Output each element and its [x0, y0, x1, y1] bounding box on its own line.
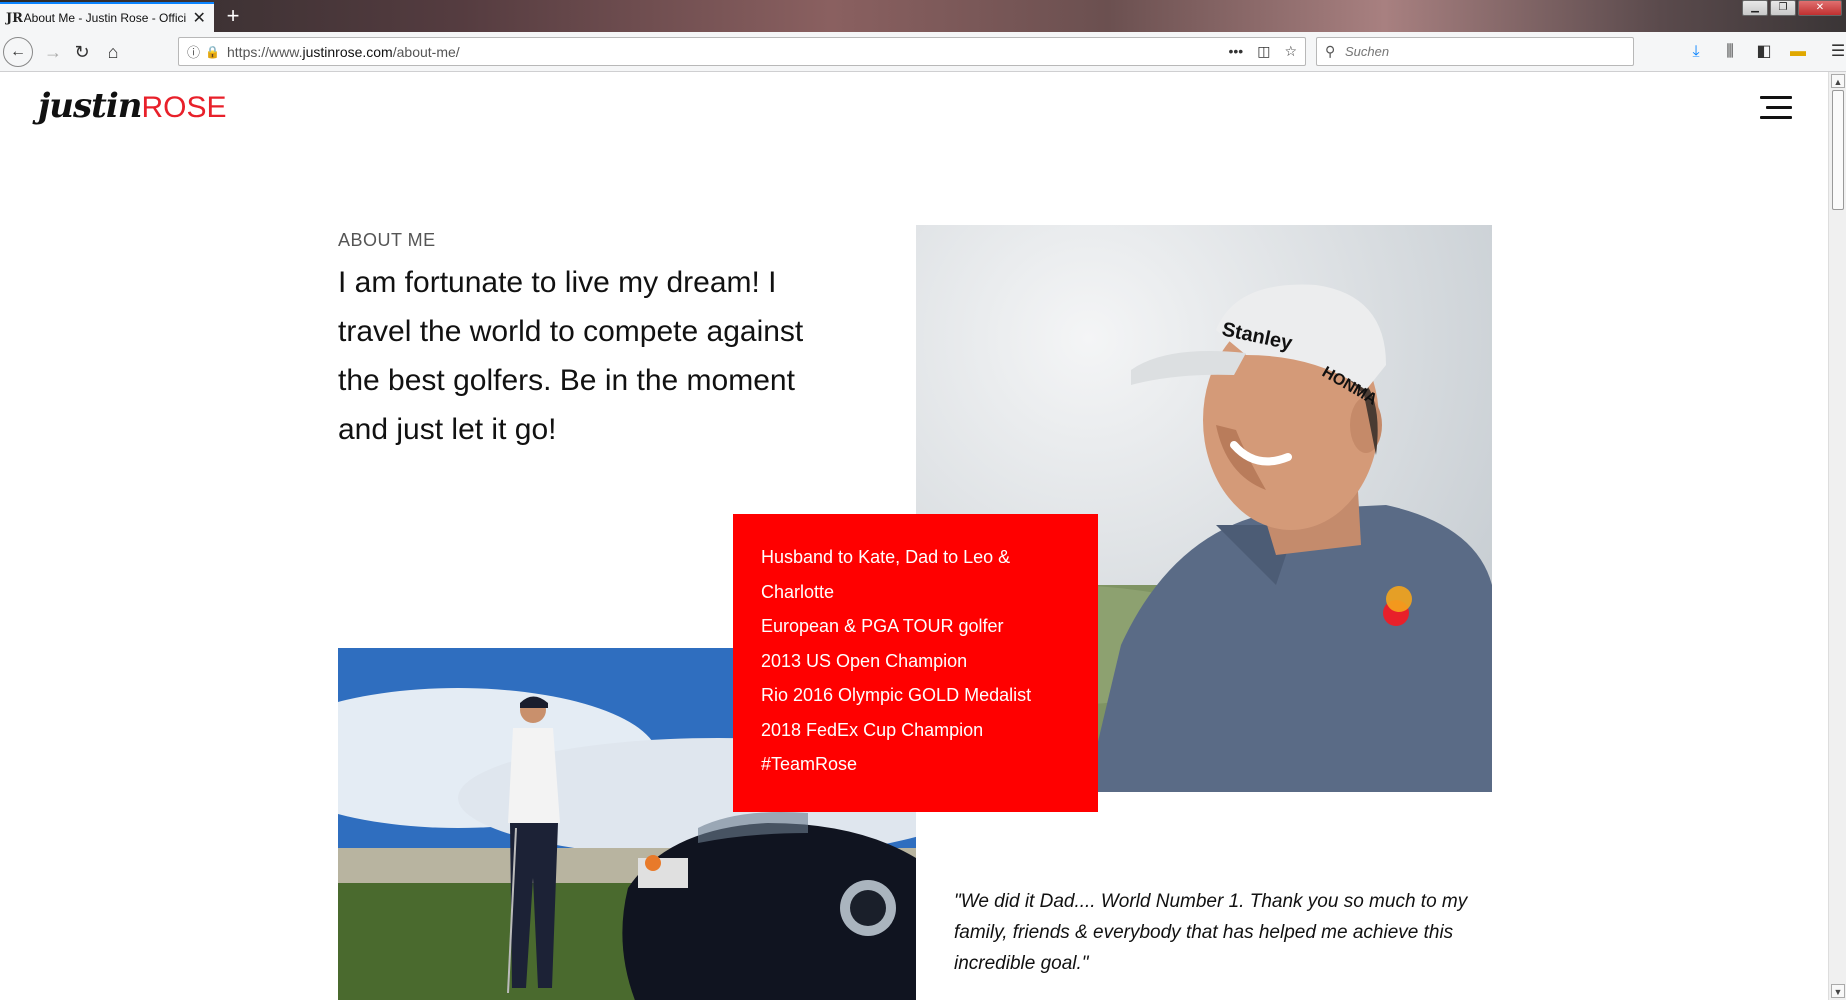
url-bar[interactable]: ⓘ 🔒 https://www.justinrose.com/about-me/…: [178, 37, 1306, 66]
new-tab-button[interactable]: +: [220, 3, 246, 29]
menu-icon[interactable]: ☰: [1826, 37, 1846, 67]
url-text[interactable]: https://www.justinrose.com/about-me/: [227, 44, 1228, 60]
back-arrow-icon[interactable]: ←: [3, 37, 33, 67]
quote-text: "We did it Dad.... World Number 1. Thank…: [954, 891, 1468, 974]
site-info-icon[interactable]: ⓘ: [187, 42, 205, 61]
fact-item: Rio 2016 Olympic GOLD Medalist: [761, 685, 1032, 705]
browser-tab-bar: JR About Me - Justin Rose - Offici ✕ + ▁…: [0, 0, 1846, 32]
search-input[interactable]: [1345, 44, 1625, 59]
library-icon[interactable]: ⫼: [1718, 37, 1742, 67]
tab-close-icon[interactable]: ✕: [190, 8, 208, 28]
download-icon[interactable]: ⤓: [1684, 37, 1708, 67]
restore-button[interactable]: ❐: [1770, 0, 1796, 16]
bookmark-star-icon[interactable]: ☆: [1284, 43, 1297, 60]
web-page: justinROSE ABOUT ME I am fortunate to li…: [0, 72, 1828, 1000]
forward-arrow-icon[interactable]: →: [38, 37, 68, 67]
browser-navbar: ← → ↻ ⌂ ⓘ 🔒 https://www.justinrose.com/a…: [0, 32, 1846, 72]
tab-title: About Me - Justin Rose - Offici: [23, 11, 187, 25]
fact-item: European & PGA TOUR golfer: [761, 616, 1004, 636]
site-logo[interactable]: justinROSE: [38, 86, 227, 126]
page-actions-icon[interactable]: •••: [1228, 43, 1243, 60]
fact-item: 2013 US Open Champion: [761, 650, 968, 671]
scroll-down-icon[interactable]: ▼: [1831, 984, 1845, 998]
site-favicon-icon: JR: [6, 10, 23, 26]
search-icon: ⚲: [1325, 43, 1336, 59]
minimize-button[interactable]: ▁: [1742, 0, 1768, 16]
sidebar-icon[interactable]: ◧: [1752, 37, 1776, 67]
page-headline: I am fortunate to live my dream! I trave…: [338, 266, 804, 446]
fact-item: 2018 FedEx Cup Champion: [761, 719, 984, 740]
pocket-icon[interactable]: ◫: [1257, 43, 1270, 60]
toolbar-icons: ⤓ ⫼ ◧ ▬ ☰: [1684, 37, 1846, 67]
home-icon[interactable]: ⌂: [98, 37, 128, 67]
fact-item[interactable]: #TeamRose: [761, 747, 1070, 782]
hamburger-menu-icon[interactable]: [1760, 96, 1792, 120]
page-scrollbar[interactable]: ▲ ▼: [1828, 72, 1846, 1000]
search-bar[interactable]: ⚲: [1316, 37, 1634, 66]
browser-tab-active[interactable]: JR About Me - Justin Rose - Offici ✕: [0, 2, 214, 32]
lock-icon[interactable]: 🔒: [205, 45, 227, 59]
section-label: ABOUT ME: [338, 230, 436, 250]
scroll-thumb[interactable]: [1832, 90, 1844, 210]
scroll-up-icon[interactable]: ▲: [1831, 74, 1845, 88]
reload-icon[interactable]: ↻: [67, 37, 97, 67]
close-window-button[interactable]: ✕: [1798, 0, 1842, 16]
facts-box: Husband to Kate, Dad to Leo & Charlotte …: [733, 514, 1098, 812]
fact-item: Husband to Kate, Dad to Leo & Charlotte: [761, 547, 1011, 602]
extension-icon[interactable]: ▬: [1786, 37, 1810, 67]
window-controls: ▁ ❐ ✕: [1742, 0, 1842, 16]
